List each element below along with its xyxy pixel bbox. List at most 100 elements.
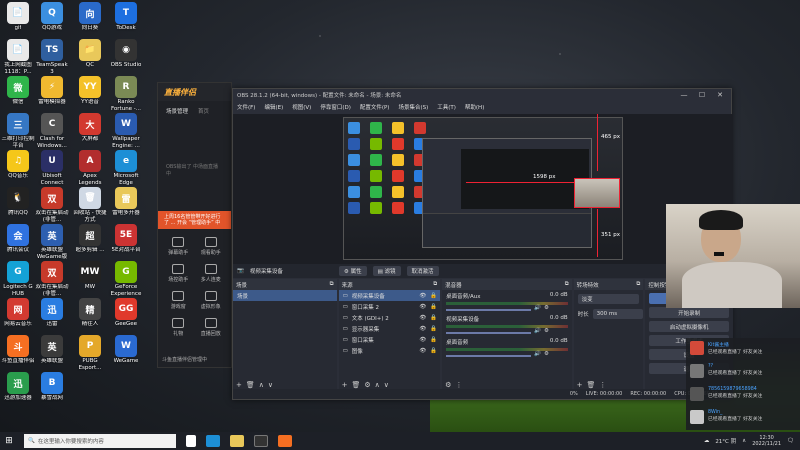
helper-tab-scene[interactable]: 场景管理 — [166, 107, 188, 115]
helper-tool[interactable]: 游戏窗 — [162, 291, 195, 310]
desktop-icon[interactable]: 三三维打印控制平台 — [0, 113, 36, 149]
volume-slider[interactable] — [446, 331, 532, 334]
desktop-icon[interactable]: 📄 我上网截图1118：P... — [0, 39, 36, 75]
desktop-icon[interactable]: 英英雄联盟WeGame版 — [34, 224, 70, 260]
obs-taskbar-icon[interactable] — [254, 435, 268, 447]
add-icon[interactable]: + — [236, 381, 242, 389]
weather-icon[interactable]: ☁ — [704, 438, 710, 444]
desktop-icon[interactable]: 雷雷电多开器 — [108, 187, 144, 217]
desktop-icon[interactable]: e Microsoft Edge — [108, 150, 144, 186]
volume-slider[interactable] — [446, 354, 532, 357]
menu-icon[interactable]: ⋮ — [455, 381, 462, 389]
start-recording-button[interactable]: 开始录制 — [649, 307, 729, 318]
helper-tool[interactable]: 场控助手 — [162, 264, 195, 283]
helper-tool[interactable]: 直播回放 — [195, 318, 228, 337]
down-icon[interactable]: ∨ — [268, 381, 273, 389]
desktop-icon[interactable]: B 暴雪战网 — [34, 372, 70, 402]
menu-scene-collection[interactable]: 场景集合(S) — [398, 103, 428, 111]
desktop-icon[interactable]: 英英雄联盟 — [34, 335, 70, 365]
desktop-icon[interactable]: G Logitech G HUB — [0, 261, 36, 297]
desktop-icon[interactable]: ◉ OBS Studio — [108, 39, 144, 69]
desktop-icon[interactable]: ⚡ 雷电模拟器 — [34, 76, 70, 106]
desktop-icon[interactable]: 大大屏都 — [72, 113, 108, 143]
speaker-icon[interactable]: 🔊 — [534, 351, 541, 357]
menu-tools[interactable]: 工具(T) — [437, 103, 456, 111]
desktop-icon[interactable]: TS TeamSpeak 3 — [34, 39, 70, 75]
desktop-icon[interactable]: 双双击在集启动 (非管... — [34, 187, 70, 223]
desktop-icon[interactable]: GG GeeGee — [108, 298, 144, 328]
lock-icon[interactable]: 🔒 — [430, 326, 437, 332]
helper-tool[interactable]: 礼物 — [162, 318, 195, 337]
lock-icon[interactable]: 🔒 — [430, 293, 437, 299]
source-item[interactable]: ▭ 显示器采集 👁 🔒 — [339, 323, 441, 334]
notification-item[interactable]: 8Win_ 已经观看直播了 好友关注 — [686, 407, 800, 430]
notification-item[interactable]: Kit酱主播 已经观看直播了 好友关注 — [686, 338, 800, 361]
desktop-icon[interactable]: 📄 gif — [0, 2, 36, 32]
desktop-icon[interactable]: P PUBG Esport... — [72, 335, 108, 371]
remove-icon[interactable]: 🗑 — [587, 381, 596, 389]
source-item[interactable]: ▭ 图像 👁 🔒 — [339, 345, 441, 356]
desktop-icon[interactable]: 超超多剪辑 ... — [72, 224, 108, 254]
eye-icon[interactable]: 👁 — [419, 326, 426, 332]
source-item[interactable]: ▭ 窗口采集 2 👁 🔒 — [339, 301, 441, 312]
desktop-icon[interactable]: 斗斗鱼直播伴侣 — [0, 335, 36, 365]
add-icon[interactable]: + — [342, 381, 348, 389]
desktop-icon[interactable]: 微微信 — [0, 76, 36, 106]
lock-icon[interactable]: 🔒 — [430, 348, 437, 354]
desktop-icon[interactable]: 精精往人 — [72, 298, 108, 328]
file-explorer-icon[interactable] — [230, 435, 244, 447]
windows-start-icon[interactable]: ⊞ — [0, 436, 18, 446]
tray-chevron-icon[interactable]: ∧ — [742, 438, 746, 444]
desktop-icon[interactable]: 🐧 腾讯QQ — [0, 187, 36, 217]
obs-preview[interactable]: 465 px 1598 px 351 px — [233, 114, 733, 264]
live-helper-taskbar-icon[interactable] — [278, 435, 292, 447]
helper-tool[interactable]: 观看助手 — [195, 237, 228, 256]
filters-button[interactable]: ▤ 滤镜 — [372, 266, 401, 276]
gear-icon[interactable]: ⚙ — [364, 381, 370, 389]
speaker-icon[interactable]: 🔊 — [534, 305, 541, 311]
notification-item[interactable]: ?? 已经观看直播了 好友关注 — [686, 361, 800, 384]
up-icon[interactable]: ∧ — [259, 381, 264, 389]
task-view-icon[interactable] — [186, 435, 196, 447]
notification-item[interactable]: 7856159879658984 已经观看直播了 好友关注 — [686, 384, 800, 407]
helper-notice[interactable]: 上周16名管管带开好进行了 ... 开会 “管理助手” 中 — [158, 211, 231, 229]
desktop-icon[interactable]: 迅迅游加速器 — [0, 372, 36, 402]
desktop-icon[interactable]: W Wallpaper Engine: ... — [108, 113, 144, 149]
desktop-icon[interactable]: A Apex Legends — [72, 150, 108, 186]
clock[interactable]: 12:30 2022/11/21 — [752, 435, 781, 447]
helper-tool[interactable]: 虚拟形象 — [195, 291, 228, 310]
remove-icon[interactable]: 🗑 — [246, 381, 255, 389]
menu-docks[interactable]: 停靠窗口(D) — [320, 103, 351, 111]
selected-camera-source[interactable] — [574, 178, 620, 208]
desktop-icon[interactable]: W WeGame — [108, 335, 144, 365]
helper-tab-home[interactable]: 首页 — [198, 107, 209, 115]
menu-help[interactable]: 帮助(H) — [465, 103, 484, 111]
close-icon[interactable]: ✕ — [713, 91, 727, 99]
helper-tool[interactable]: 多人连麦 — [195, 264, 228, 283]
volume-slider[interactable] — [446, 308, 532, 311]
desktop-icon[interactable]: U Ubisoft Connect — [34, 150, 70, 186]
minimize-icon[interactable]: — — [677, 91, 691, 99]
scene-item[interactable]: 场景 — [233, 290, 337, 301]
desktop-icon[interactable]: C Clash for Windows... — [34, 113, 70, 149]
menu-profile[interactable]: 配置文件(P) — [360, 103, 390, 111]
properties-button[interactable]: ⚙ 属性 — [338, 266, 367, 276]
desktop-icon[interactable]: R Ranko Fortune -... — [108, 76, 144, 112]
add-icon[interactable]: + — [577, 381, 583, 389]
duration-input[interactable]: 300 ms — [592, 308, 644, 319]
desktop-icon[interactable]: 迅迅雷 — [34, 298, 70, 328]
gear-icon[interactable]: ⚙ — [544, 351, 549, 357]
lock-icon[interactable]: 🔒 — [430, 337, 437, 343]
desktop-icon[interactable]: YY YY语音 — [72, 76, 108, 106]
source-item[interactable]: ▭ 视频采集设备 👁 🔒 — [338, 290, 441, 301]
gear-icon[interactable]: ⚙ — [544, 305, 549, 311]
menu-icon[interactable]: ⋮ — [599, 381, 606, 389]
transition-select[interactable]: 淡变 — [577, 294, 640, 304]
eye-icon[interactable]: 👁 — [419, 337, 426, 343]
source-item[interactable]: ▭ 文本 (GDI+) 2 👁 🔒 — [339, 312, 441, 323]
gear-icon[interactable]: ⚙ — [445, 381, 451, 389]
taskbar-search[interactable]: 🔍 在这里输入你要搜索的内容 — [24, 434, 176, 448]
deactivate-button[interactable]: 取消激活 — [406, 266, 439, 276]
maximize-icon[interactable]: ☐ — [695, 91, 709, 99]
desktop-icon[interactable]: 🗑 回收站 - 快捷方式 — [72, 187, 108, 223]
